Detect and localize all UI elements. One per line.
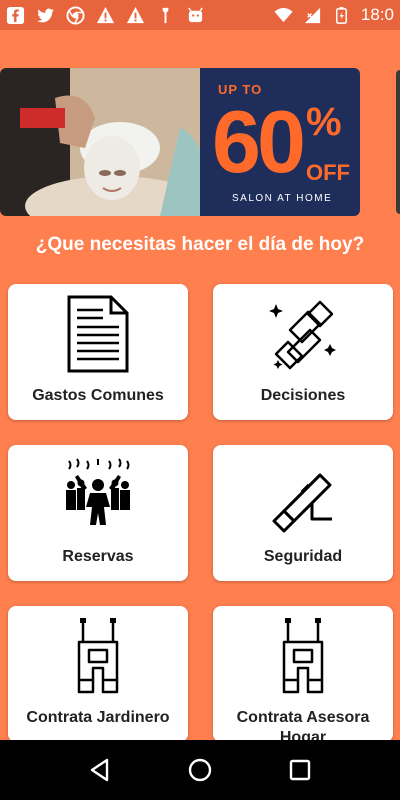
recents-icon [289, 759, 311, 781]
card-label: Gastos Comunes [32, 387, 164, 404]
card-decisiones[interactable]: Decisiones [213, 284, 393, 420]
signal-icon [304, 7, 321, 23]
promo-tagline: SALON AT HOME [232, 193, 333, 204]
card-label: Contrata Jardinero [26, 709, 170, 726]
crowd-icon [66, 458, 130, 525]
card-label: Seguridad [263, 548, 343, 565]
promo-percent-sign: % [306, 100, 342, 144]
next-banner-peek[interactable] [396, 70, 400, 214]
chrome-icon [66, 5, 85, 25]
back-icon [90, 758, 109, 782]
card-gastos-comunes[interactable]: Gastos Comunes [8, 284, 188, 420]
banner-illustration [0, 68, 205, 216]
promo-off: OFF [306, 160, 350, 185]
facebook-icon [6, 6, 25, 24]
overalls-icon [77, 618, 119, 694]
wifi-icon [274, 7, 293, 22]
document-icon [67, 295, 129, 373]
status-system: 18:0 [274, 5, 394, 25]
handshake-icon [269, 300, 336, 370]
card-contrata-asesora-hogar[interactable]: Contrata Asesora Hogar [213, 606, 393, 740]
card-seguridad[interactable]: Seguridad [213, 445, 393, 581]
status-time: 18:0 [360, 5, 394, 24]
card-label: Contrata Asesora Hogar [236, 709, 370, 740]
section-question: ¿Que necesitas hacer el día de hoy? [35, 234, 365, 255]
card-label: Decisiones [260, 387, 346, 404]
overalls-icon [282, 618, 324, 694]
main-content[interactable]: UP TO 60 % OFF SALON AT HOME ¿Que necesi… [0, 30, 400, 740]
card-contrata-jardinero[interactable]: Contrata Jardinero [8, 606, 188, 740]
alert-icon [96, 6, 115, 23]
navigation-bar [0, 740, 400, 800]
card-label: Reservas [62, 548, 134, 565]
recents-button[interactable] [280, 750, 320, 790]
promo-percent-value: 60 [212, 92, 306, 191]
battery-icon [335, 6, 347, 24]
back-button[interactable] [80, 750, 120, 790]
banner-photo [0, 68, 205, 216]
status-notifications [6, 5, 205, 25]
android-icon [188, 6, 203, 22]
alert-icon [126, 6, 145, 23]
card-reservas[interactable]: Reservas [8, 445, 188, 581]
bluetooth-icon [162, 7, 169, 23]
status-bar: 18:0 [0, 0, 400, 30]
home-button[interactable] [180, 750, 220, 790]
home-icon [188, 758, 212, 782]
twitter-icon [36, 8, 55, 22]
flashlight-icon [272, 473, 332, 533]
